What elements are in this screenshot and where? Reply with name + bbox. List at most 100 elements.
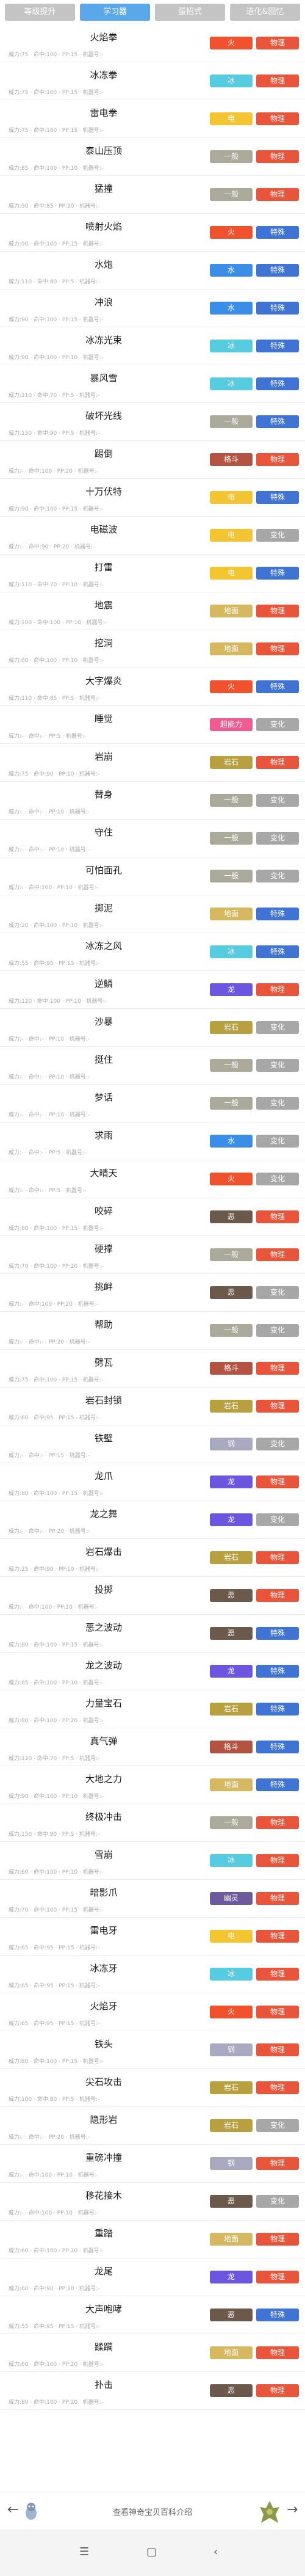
move-row[interactable]: 喷射火焰 威力:90 · 命中:100 · PP:15 · 机器号:- 火特殊 [0, 214, 305, 252]
type-badge[interactable]: 冰 [210, 75, 253, 87]
type-badge[interactable]: 钢 [210, 2157, 253, 2170]
move-row[interactable]: 力量宝石 威力:80 · 命中:100 · PP:20 · 机器号:- 岩石 特殊 [0, 1690, 305, 1728]
type-badge[interactable]: 一般 [210, 415, 253, 428]
move-row[interactable]: 挑衅 威力:- · 命中:100 · PP:20 · 机器号:- 恶变化 [0, 1274, 305, 1312]
move-row[interactable]: 挺住 威力:- · 命中:- · PP:10 · 机器号:- 一般 变化 [0, 1047, 305, 1085]
type-badge[interactable]: 岩石 [210, 1703, 253, 1716]
move-row[interactable]: 龙尾 威力:60 · 命中:90 · PP:10 · 机器号:- 龙物理 [0, 2258, 305, 2296]
move-row[interactable]: 龙之舞 威力:- · 命中:- · PP:20 · 机器号:- 龙变化 [0, 1501, 305, 1539]
type-badge[interactable]: 水 [210, 1135, 253, 1148]
category-badge[interactable]: 物理 [256, 112, 299, 125]
move-row[interactable]: 劈瓦 威力:75 · 命中:100 · PP:15 · 机器号:- 格斗 物理 [0, 1350, 305, 1388]
type-badge[interactable]: 火 [210, 37, 253, 49]
move-row[interactable]: 岩崩 威力:75 · 命中:90 · PP:10 · 机器号:- 岩石 物理 [0, 744, 305, 782]
category-badge[interactable]: 物理 [256, 1816, 299, 1829]
category-badge[interactable]: 物理 [256, 37, 299, 49]
type-badge[interactable]: 冰 [210, 340, 253, 352]
next-pokemon-icon[interactable] [257, 2498, 282, 2525]
type-badge[interactable]: 一般 [210, 188, 253, 201]
home-icon[interactable]: ▢ [146, 2545, 157, 2558]
category-badge[interactable]: 物理 [256, 756, 299, 769]
category-badge[interactable]: 物理 [256, 1854, 299, 1867]
move-row[interactable]: 破坏光线 威力:150 · 命中:90 · PP:5 · 机器号:- 一般 特殊 [0, 403, 305, 441]
category-badge[interactable]: 变化 [256, 2119, 299, 2132]
tab-tm[interactable]: 学习器 [80, 4, 150, 21]
move-row[interactable]: 隐形岩 威力:- · 命中:- · PP:20 · 机器号:- 岩石 变化 [0, 2107, 305, 2145]
category-badge[interactable]: 变化 [256, 1286, 299, 1299]
move-row[interactable]: 投掷 威力:- · 命中:100 · PP:10 · 机器号:- 恶物理 [0, 1577, 305, 1615]
move-row[interactable]: 岩石封锁 威力:60 · 命中:95 · PP:15 · 机器号:- 岩石 物理 [0, 1388, 305, 1425]
type-badge[interactable]: 恶 [210, 1627, 253, 1640]
move-row[interactable]: 龙爪 威力:80 · 命中:100 · PP:15 · 机器号:- 龙物理 [0, 1463, 305, 1501]
category-badge[interactable]: 变化 [256, 1021, 299, 1034]
move-row[interactable]: 冰冻拳 威力:75 · 命中:100 · PP:15 · 机器号:- 冰物理 [0, 62, 305, 100]
type-badge[interactable]: 岩石 [210, 1400, 253, 1413]
category-badge[interactable]: 特殊 [256, 340, 299, 352]
category-badge[interactable]: 变化 [256, 1173, 299, 1185]
category-badge[interactable]: 特殊 [256, 567, 299, 580]
category-badge[interactable]: 特殊 [256, 1665, 299, 1678]
move-row[interactable]: 冰冻牙 威力:65 · 命中:95 · PP:15 · 机器号:- 冰物理 [0, 1956, 305, 1993]
move-row[interactable]: 守住 威力:- · 命中:- · PP:10 · 机器号:- 一般 变化 [0, 820, 305, 857]
category-badge[interactable]: 变化 [256, 529, 299, 542]
move-row[interactable]: 雷电牙 威力:65 · 命中:95 · PP:15 · 机器号:- 电物理 [0, 1918, 305, 1956]
move-row[interactable]: 打雷 威力:110 · 命中:70 · PP:10 · 机器号:- 电特殊 [0, 555, 305, 592]
category-badge[interactable]: 物理 [256, 2384, 299, 2397]
category-badge[interactable]: 物理 [256, 1589, 299, 1602]
category-badge[interactable]: 物理 [256, 453, 299, 466]
category-badge[interactable]: 变化 [256, 1097, 299, 1110]
category-badge[interactable]: 变化 [256, 1438, 299, 1450]
category-badge[interactable]: 物理 [256, 2271, 299, 2283]
type-badge[interactable]: 岩石 [210, 1021, 253, 1034]
move-row[interactable]: 终极冲击 威力:150 · 命中:90 · PP:5 · 机器号:- 一般 物理 [0, 1804, 305, 1842]
type-badge[interactable]: 地面 [210, 642, 253, 655]
move-row[interactable]: 硬撑 威力:70 · 命中:100 · PP:20 · 机器号:- 一般 物理 [0, 1236, 305, 1274]
type-badge[interactable]: 岩石 [210, 2119, 253, 2132]
category-badge[interactable]: 物理 [256, 2157, 299, 2170]
category-badge[interactable]: 特殊 [256, 226, 299, 239]
move-row[interactable]: 大声咆哮 威力:55 · 命中:95 · PP:15 · 机器号:- 恶特殊 [0, 2296, 305, 2334]
move-row[interactable]: 火焰牙 威力:65 · 命中:95 · PP:15 · 机器号:- 火物理 [0, 1993, 305, 2031]
category-badge[interactable]: 物理 [256, 642, 299, 655]
category-badge[interactable]: 特殊 [256, 264, 299, 277]
move-row[interactable]: 暴风雪 威力:110 · 命中:70 · PP:5 · 机器号:- 冰特殊 [0, 365, 305, 403]
category-badge[interactable]: 变化 [256, 832, 299, 845]
category-badge[interactable]: 变化 [256, 2195, 299, 2208]
type-badge[interactable]: 冰 [210, 945, 253, 958]
type-badge[interactable]: 火 [210, 2006, 253, 2018]
type-badge[interactable]: 一般 [210, 832, 253, 845]
type-badge[interactable]: 格斗 [210, 453, 253, 466]
move-row[interactable]: 火焰拳 威力:75 · 命中:100 · PP:15 · 机器号:- 火物理 [0, 24, 305, 62]
move-row[interactable]: 踢倒 威力:- · 命中:100 · PP:20 · 机器号:- 格斗 物理 [0, 441, 305, 479]
tab-evolution-recall[interactable]: 进化&回忆 [230, 4, 300, 21]
type-badge[interactable]: 龙 [210, 983, 253, 996]
category-badge[interactable]: 变化 [256, 794, 299, 807]
type-badge[interactable]: 恶 [210, 1210, 253, 1223]
move-row[interactable]: 暗影爪 威力:70 · 命中:100 · PP:15 · 机器号:- 幽灵 物理 [0, 1880, 305, 1918]
move-row[interactable]: 地震 威力:100 · 命中:100 · PP:10 · 机器号:- 地面 物理 [0, 592, 305, 630]
move-row[interactable]: 咬碎 威力:80 · 命中:100 · PP:15 · 机器号:- 恶物理 [0, 1198, 305, 1236]
category-badge[interactable]: 物理 [256, 1551, 299, 1564]
type-badge[interactable]: 一般 [210, 1248, 253, 1261]
type-badge[interactable]: 岩石 [210, 2081, 253, 2094]
move-row[interactable]: 挖洞 威力:80 · 命中:100 · PP:10 · 机器号:- 地面 物理 [0, 630, 305, 668]
type-badge[interactable]: 钢 [210, 1438, 253, 1450]
menu-icon[interactable]: ☰ [79, 2545, 89, 2558]
move-row[interactable]: 铁头 威力:80 · 命中:100 · PP:15 · 机器号:- 钢物理 [0, 2031, 305, 2069]
type-badge[interactable]: 电 [210, 529, 253, 542]
category-badge[interactable]: 特殊 [256, 1778, 299, 1791]
type-badge[interactable]: 恶 [210, 2384, 253, 2397]
move-row[interactable]: 替身 威力:- · 命中:- · PP:10 · 机器号:- 一般 变化 [0, 782, 305, 820]
type-badge[interactable]: 电 [210, 1930, 253, 1943]
tab-egg-moves[interactable]: 蛋招式 [155, 4, 225, 21]
move-row[interactable]: 冰冻光束 威力:90 · 命中:100 · PP:10 · 机器号:- 冰特殊 [0, 327, 305, 365]
category-badge[interactable]: 物理 [256, 2233, 299, 2246]
type-badge[interactable]: 电 [210, 112, 253, 125]
type-badge[interactable]: 格斗 [210, 1362, 253, 1375]
move-row[interactable]: 雪崩 威力:60 · 命中:100 · PP:10 · 机器号:- 冰物理 [0, 1842, 305, 1880]
type-badge[interactable]: 火 [210, 680, 253, 693]
move-row[interactable]: 移花接木 威力:- · 命中:100 · PP:10 · 机器号:- 恶变化 [0, 2183, 305, 2221]
type-badge[interactable]: 岩石 [210, 1551, 253, 1564]
category-badge[interactable]: 物理 [256, 1362, 299, 1375]
category-badge[interactable]: 物理 [256, 75, 299, 87]
